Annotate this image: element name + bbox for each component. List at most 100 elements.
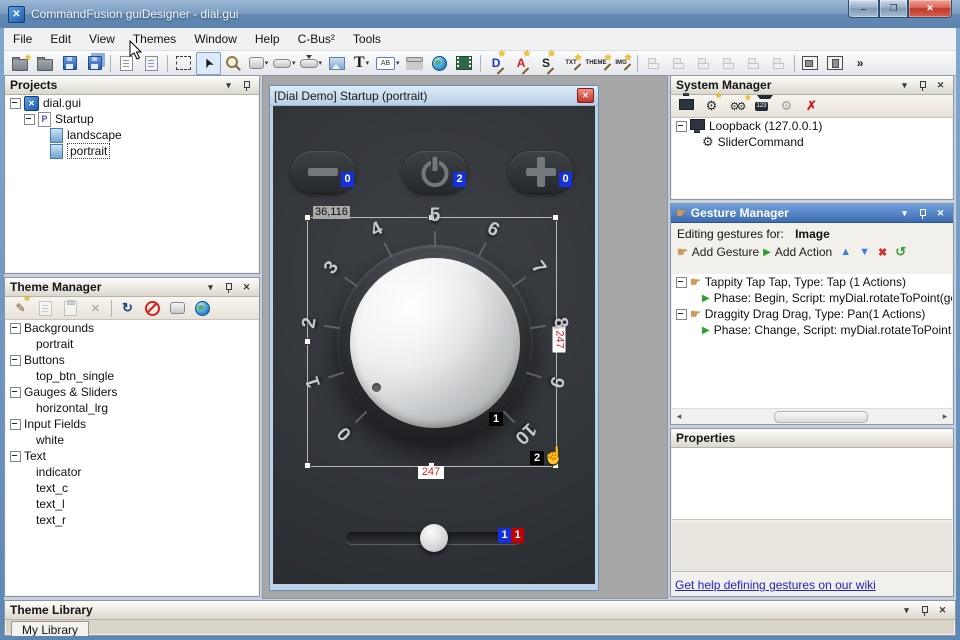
collapse-icon[interactable]	[10, 451, 21, 462]
collapse-icon[interactable]	[676, 277, 687, 288]
select-tool-icon[interactable]	[171, 52, 196, 75]
tree-item-top-btn-single[interactable]: top_btn_single	[6, 368, 258, 384]
tree-item-text-l[interactable]: text_l	[6, 496, 258, 512]
edit-command-icon[interactable]: ⚙	[774, 95, 799, 118]
horizontal-scrollbar[interactable]: ◂ ▸	[672, 408, 952, 423]
add-gesture-button[interactable]: Add Gesture	[692, 245, 759, 259]
tree-item-indicator[interactable]: indicator	[6, 464, 258, 480]
tree-item-white[interactable]: white	[6, 432, 258, 448]
text-tool-icon[interactable]: T▾	[349, 52, 374, 75]
tree-item-text-r[interactable]: text_r	[6, 512, 258, 528]
tree-item-portrait-bg[interactable]: portrait	[6, 336, 258, 352]
delete-gesture-icon[interactable]: ✖	[878, 246, 887, 259]
system-wizard-icon[interactable]: S	[534, 52, 559, 75]
refresh-themes-icon[interactable]: ↻	[115, 297, 140, 320]
tree-item-startup[interactable]: P Startup	[6, 111, 258, 127]
add-action-button[interactable]: Add Action	[775, 245, 832, 259]
canvas-screen[interactable]: 0 2 0	[273, 106, 595, 584]
collapse-icon[interactable]	[10, 387, 21, 398]
pin-icon[interactable]	[221, 280, 236, 294]
maximize-button[interactable]: ❐	[879, 0, 908, 18]
selection-handle[interactable]	[552, 214, 559, 221]
snap-size-icon[interactable]	[823, 52, 848, 75]
close-icon[interactable]: ✕	[239, 280, 254, 294]
chevron-down-icon[interactable]: ▾	[319, 59, 323, 67]
video-tool-icon[interactable]	[452, 52, 477, 75]
delete-system-icon[interactable]: ✗	[799, 95, 824, 118]
save-all-icon[interactable]	[82, 52, 107, 75]
tree-item-loopback[interactable]: Loopback (127.0.0.1)	[672, 118, 952, 134]
move-up-icon[interactable]: ▲	[840, 246, 851, 258]
tab-my-library[interactable]: My Library	[11, 621, 89, 636]
close-button[interactable]: ✕	[908, 0, 952, 18]
tree-group-backgrounds[interactable]: Backgrounds	[6, 320, 258, 336]
snap-position-icon[interactable]	[798, 52, 823, 75]
online-themes-icon[interactable]	[190, 297, 215, 320]
pin-icon[interactable]	[239, 78, 254, 92]
chevron-down-icon[interactable]: ▾	[265, 59, 269, 67]
pin-icon[interactable]	[917, 603, 932, 617]
close-icon[interactable]: ✕	[935, 603, 950, 617]
save-icon[interactable]	[57, 52, 82, 75]
pin-icon[interactable]	[915, 206, 930, 220]
align-center-icon[interactable]	[666, 52, 691, 75]
text-wizard-icon[interactable]: TXT	[559, 52, 584, 75]
tree-group-text[interactable]: Text	[6, 448, 258, 464]
move-tool-icon[interactable]: ➤	[196, 52, 221, 75]
web-view-tool-icon[interactable]	[427, 52, 452, 75]
scroll-left-icon[interactable]: ◂	[672, 411, 686, 422]
selection-handle[interactable]	[304, 338, 311, 345]
add-command-icon[interactable]: ⚙	[699, 95, 724, 118]
tree-group-buttons[interactable]: Buttons	[6, 352, 258, 368]
menu-edit[interactable]: Edit	[41, 28, 80, 50]
preview-button-icon[interactable]	[165, 297, 190, 320]
menu-tools[interactable]: Tools	[344, 28, 390, 50]
scrollbar-thumb[interactable]	[774, 411, 868, 423]
add-system-icon[interactable]	[674, 95, 699, 118]
page-manager-icon[interactable]	[139, 52, 164, 75]
align-left-icon[interactable]	[641, 52, 666, 75]
tree-group-gauges[interactable]: Gauges & Sliders	[6, 384, 258, 400]
collapse-icon[interactable]	[10, 419, 21, 430]
minimize-button[interactable]: –	[848, 0, 879, 18]
slider-tool-icon[interactable]: ▾	[271, 52, 298, 75]
menu-file[interactable]: File	[4, 28, 41, 50]
delete-theme-icon[interactable]: ✕	[83, 297, 108, 320]
scrollbar-track[interactable]	[686, 410, 938, 422]
tree-item-text-c[interactable]: text_c	[6, 480, 258, 496]
add-macro-icon[interactable]: ⚙⚙	[724, 95, 749, 118]
add-script-icon[interactable]: 123	[749, 95, 774, 118]
chevron-down-icon[interactable]: ▾	[203, 280, 218, 294]
collapse-icon[interactable]	[10, 355, 21, 366]
collapse-icon[interactable]	[10, 98, 21, 109]
canvas-title-bar[interactable]: [Dial Demo] Startup (portrait) ✕	[270, 86, 598, 106]
new-project-icon[interactable]	[7, 52, 32, 75]
chevron-down-icon[interactable]: ▾	[396, 59, 400, 67]
tree-item-dial-gui[interactable]: ✕ dial.gui	[6, 95, 258, 111]
button-tool-icon[interactable]: ▾	[246, 52, 271, 75]
zoom-tool-icon[interactable]	[221, 52, 246, 75]
chevron-down-icon[interactable]: ▾	[897, 206, 912, 220]
input-field-tool-icon[interactable]: AB▾	[374, 52, 402, 75]
toolbar-overflow-icon[interactable]: »	[848, 52, 873, 75]
image-tool-icon[interactable]	[324, 52, 349, 75]
tree-item-slidercommand[interactable]: ⚙ SliderCommand	[672, 134, 952, 150]
chevron-down-icon[interactable]: ▾	[292, 59, 296, 67]
align-bottom-icon[interactable]	[766, 52, 791, 75]
action-wizard-icon[interactable]: A	[509, 52, 534, 75]
align-top-icon[interactable]	[716, 52, 741, 75]
device-wizard-icon[interactable]: D	[484, 52, 509, 75]
chevron-down-icon[interactable]: ▾	[221, 78, 236, 92]
new-theme-icon[interactable]: ✎	[8, 297, 33, 320]
close-icon[interactable]: ✕	[933, 206, 948, 220]
chevron-down-icon[interactable]: ▾	[366, 59, 370, 67]
paste-theme-icon[interactable]	[58, 297, 83, 320]
selection-handle[interactable]	[304, 462, 311, 469]
undo-icon[interactable]: ↺	[895, 244, 906, 260]
wiki-help-link[interactable]: Get help defining gestures on our wiki	[675, 578, 876, 592]
move-down-icon[interactable]: ▼	[859, 246, 870, 258]
selection-handle[interactable]	[304, 214, 311, 221]
collapse-icon[interactable]	[676, 309, 687, 320]
tree-item-landscape[interactable]: landscape	[6, 127, 258, 143]
list-tool-icon[interactable]	[402, 52, 427, 75]
